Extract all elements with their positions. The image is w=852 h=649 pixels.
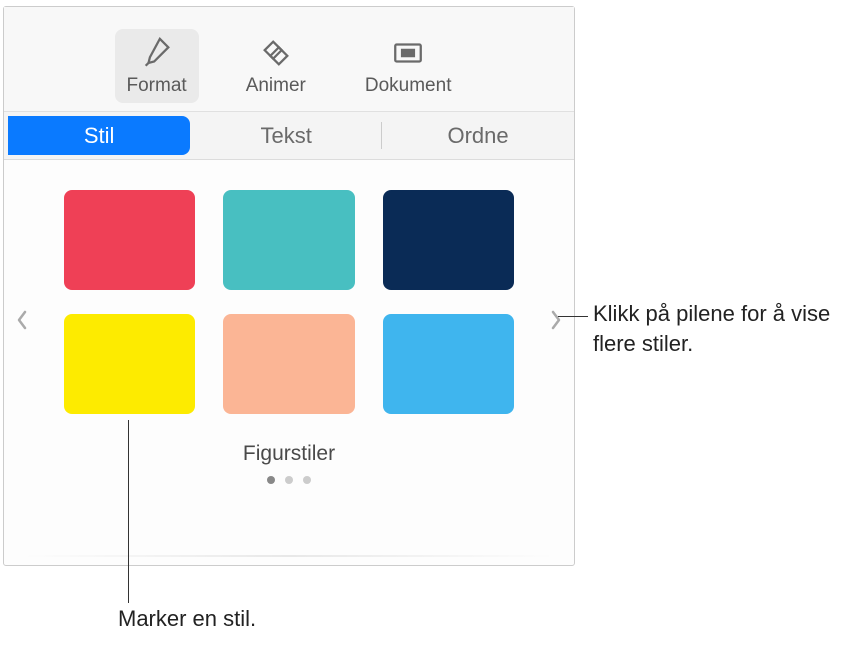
subtab-text[interactable]: Tekst xyxy=(190,112,382,159)
style-swatch[interactable] xyxy=(64,314,195,414)
page-dot[interactable] xyxy=(267,476,275,484)
style-swatch[interactable] xyxy=(383,314,514,414)
subtab-arrange[interactable]: Ordne xyxy=(382,112,574,159)
style-page-indicator xyxy=(24,476,554,484)
callout-leader-line xyxy=(558,316,588,317)
page-dot[interactable] xyxy=(285,476,293,484)
document-icon xyxy=(390,35,426,71)
tab-format-label: Format xyxy=(127,75,187,97)
callout-leader-line xyxy=(128,420,129,603)
tab-document-label: Dokument xyxy=(365,75,452,97)
subtab-style-label: Stil xyxy=(84,123,115,149)
style-swatch[interactable] xyxy=(64,190,195,290)
subtab-arrange-label: Ordne xyxy=(447,123,508,149)
paintbrush-icon xyxy=(139,35,175,71)
style-swatch[interactable] xyxy=(383,190,514,290)
style-swatch-grid xyxy=(24,190,554,414)
callout-arrows: Klikk på pilene for å vise flere stiler. xyxy=(593,299,843,358)
tab-document[interactable]: Dokument xyxy=(353,29,464,103)
sub-tab-bar: Stil Tekst Ordne xyxy=(4,112,574,160)
subtab-style[interactable]: Stil xyxy=(8,116,190,155)
subtab-text-label: Tekst xyxy=(261,123,312,149)
tab-animate[interactable]: Animer xyxy=(234,29,318,103)
inspector-panel: Format Animer Dokument Stil xyxy=(3,6,575,566)
tab-format[interactable]: Format xyxy=(115,29,199,103)
top-tab-bar: Format Animer Dokument xyxy=(4,7,574,112)
scrollbar-hint xyxy=(24,555,554,557)
tab-animate-label: Animer xyxy=(246,75,306,97)
style-swatch[interactable] xyxy=(223,314,354,414)
style-swatch[interactable] xyxy=(223,190,354,290)
next-styles-arrow[interactable] xyxy=(546,305,566,335)
page-dot[interactable] xyxy=(303,476,311,484)
diamond-stack-icon xyxy=(258,35,294,71)
prev-styles-arrow[interactable] xyxy=(12,305,32,335)
styles-area: Figurstiler xyxy=(4,160,574,494)
styles-section-title: Figurstiler xyxy=(24,442,554,466)
callout-select-style: Marker en stil. xyxy=(118,606,256,632)
